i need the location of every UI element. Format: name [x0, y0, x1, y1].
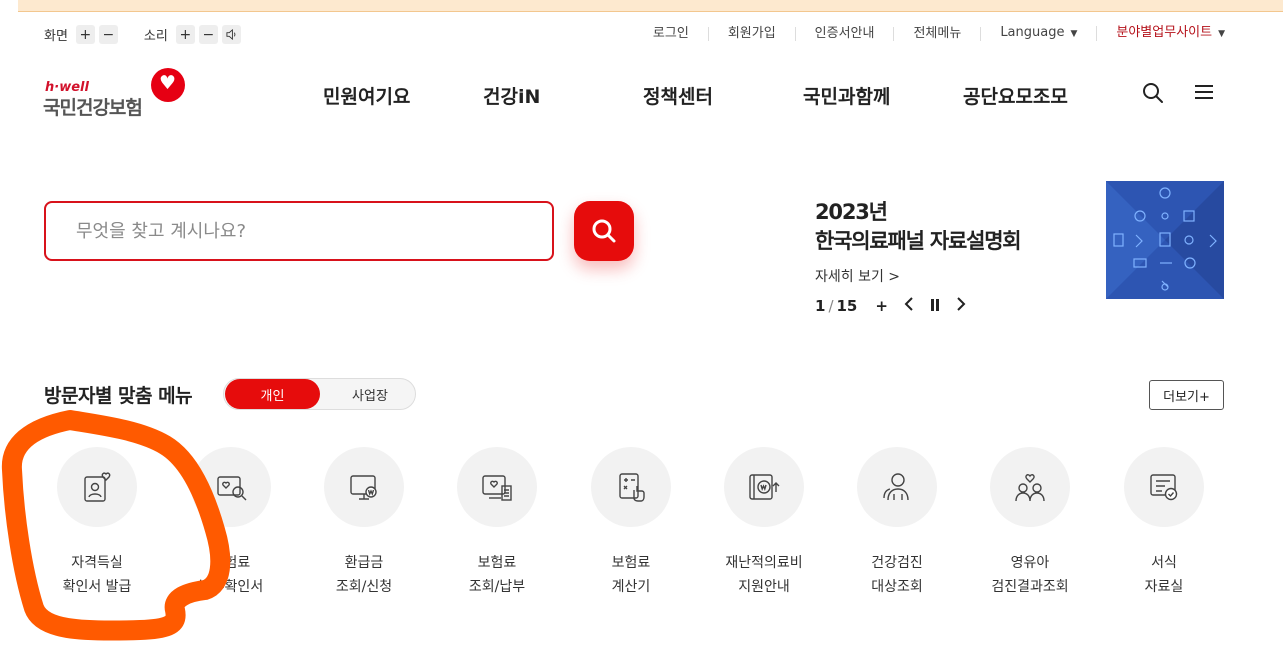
banner-more-link[interactable]: 자세히 보기 > — [815, 266, 900, 286]
sound-up-button[interactable]: + — [175, 25, 195, 44]
banner-counter: 1/15 — [815, 297, 857, 315]
pause-icon[interactable] — [930, 297, 940, 315]
quick-item-line2: 납부확인서 — [198, 579, 264, 595]
infant-checkup-icon — [990, 447, 1070, 527]
accessibility-controls: 화면 + − 소리 + − — [44, 25, 267, 44]
hamburger-menu-icon[interactable] — [1194, 84, 1214, 104]
main-search-button[interactable] — [574, 201, 634, 261]
field-sites-select[interactable]: 분야별업무사이트 ▼ — [1097, 26, 1225, 41]
quick-item-line1: 건강검진 — [871, 555, 923, 571]
search-icon — [592, 219, 616, 243]
quick-item-forms[interactable]: 서식자료실 — [1104, 447, 1224, 599]
tab-business[interactable]: 사업장 — [324, 379, 416, 409]
sound-group: 소리 + − — [144, 25, 245, 44]
top-notice-strip — [18, 0, 1283, 12]
sound-down-button[interactable]: − — [198, 25, 218, 44]
quick-item-refund[interactable]: 환급금조회/신청 — [304, 447, 424, 599]
nav-about[interactable]: 공단요모조모 — [963, 82, 1068, 109]
premium-certificate-icon — [191, 447, 271, 527]
quick-item-line1: 서식 — [1151, 555, 1177, 571]
signup-link[interactable]: 회원가입 — [709, 26, 796, 41]
caret-down-icon: ▼ — [1070, 29, 1078, 39]
certificate-guide-link[interactable]: 인증서안내 — [796, 26, 895, 41]
nav-policy-center[interactable]: 정책센터 — [643, 82, 713, 109]
banner-title-line2: 한국의료패널 자료설명회 — [815, 229, 1022, 253]
screen-zoom-in-button[interactable]: + — [75, 25, 95, 44]
screen-label: 화면 — [44, 29, 68, 44]
language-select[interactable]: Language ▼ — [981, 25, 1098, 41]
forms-icon — [1124, 447, 1204, 527]
disaster-medical-icon — [724, 447, 804, 527]
quick-item-line2: 대상조회 — [871, 579, 923, 595]
login-link[interactable]: 로그인 — [634, 26, 709, 41]
refund-icon — [324, 447, 404, 527]
calculator-icon — [591, 447, 671, 527]
quick-item-premium-certificate[interactable]: 보험료납부확인서 — [171, 447, 291, 599]
quick-item-line1: 보험료 — [477, 555, 517, 571]
header-search-icon[interactable] — [1142, 82, 1164, 108]
quick-item-line2: 계산기 — [611, 579, 651, 595]
quick-item-line2: 검진결과조회 — [991, 579, 1069, 595]
screen-zoom-out-button[interactable]: − — [98, 25, 118, 44]
quick-item-health-checkup[interactable]: 건강검진대상조회 — [837, 447, 957, 599]
banner-separator: / — [828, 297, 834, 315]
main-navigation: 민원여기요 건강iN 정책센터 국민과함께 공단요모조모 — [0, 82, 1283, 108]
next-arrow-icon[interactable] — [956, 297, 966, 315]
sound-label: 소리 — [143, 29, 168, 44]
quick-item-line1: 재난적의료비 — [725, 555, 803, 571]
quick-item-qualification[interactable]: 자격득실확인서 발급 — [37, 447, 157, 599]
nav-health-in[interactable]: 건강iN — [483, 82, 540, 109]
quick-item-disaster-medical[interactable]: 재난적의료비지원안내 — [704, 447, 824, 599]
banner-title-line1: 2023년 — [815, 200, 888, 224]
quick-item-line2: 조회/신청 — [335, 579, 393, 595]
nav-with-people[interactable]: 국민과함께 — [803, 82, 890, 109]
quick-item-line2: 확인서 발급 — [62, 579, 132, 595]
more-button[interactable]: 더보기+ — [1149, 380, 1224, 410]
premium-payment-icon — [457, 447, 537, 527]
quick-item-infant-checkup[interactable]: 영유아검진결과조회 — [970, 447, 1090, 599]
banner-current: 1 — [815, 297, 826, 315]
quick-item-line1: 보험료 — [211, 555, 251, 571]
speaker-icon[interactable] — [221, 25, 241, 44]
qualification-icon — [57, 447, 137, 527]
full-menu-link[interactable]: 전체메뉴 — [894, 26, 982, 41]
banner-controls: 1/15 + — [815, 297, 982, 315]
quick-item-premium-payment[interactable]: 보험료조회/납부 — [437, 447, 557, 599]
main-search-box — [44, 201, 554, 261]
visitor-menu-title: 방문자별 맞춤 메뉴 — [44, 385, 193, 407]
quick-item-line2: 조회/납부 — [468, 579, 526, 595]
screen-zoom-group: 화면 + − — [44, 25, 122, 44]
tab-personal[interactable]: 개인 — [225, 379, 320, 409]
quick-item-line1: 환급금 — [344, 555, 384, 571]
quick-item-line2: 자료실 — [1144, 579, 1184, 595]
banner-image[interactable] — [1106, 181, 1224, 299]
field-sites-label: 분야별업무사이트 — [1116, 25, 1213, 40]
quick-item-line1: 영유아 — [1010, 555, 1050, 571]
quick-item-calculator[interactable]: 보험료계산기 — [571, 447, 691, 599]
banner-plus-button[interactable]: + — [875, 297, 888, 315]
banner-total: 15 — [836, 297, 858, 315]
quick-item-line1: 자격득실 — [71, 555, 123, 571]
visitor-type-toggle: 개인 사업장 — [223, 378, 416, 410]
quick-item-line1: 보험료 — [611, 555, 651, 571]
nav-civil-service[interactable]: 민원여기요 — [323, 82, 410, 109]
language-label: Language — [1000, 25, 1065, 40]
banner-title[interactable]: 2023년 한국의료패널 자료설명회 — [815, 198, 1022, 256]
utility-links: 로그인 회원가입 인증서안내 전체메뉴 Language ▼ 분야별업무사이트 ▼ — [634, 26, 1225, 41]
main-search-input[interactable] — [76, 220, 516, 242]
prev-arrow-icon[interactable] — [904, 297, 914, 315]
quick-item-line2: 지원안내 — [738, 579, 790, 595]
caret-down-icon: ▼ — [1218, 29, 1225, 39]
health-checkup-icon — [857, 447, 937, 527]
